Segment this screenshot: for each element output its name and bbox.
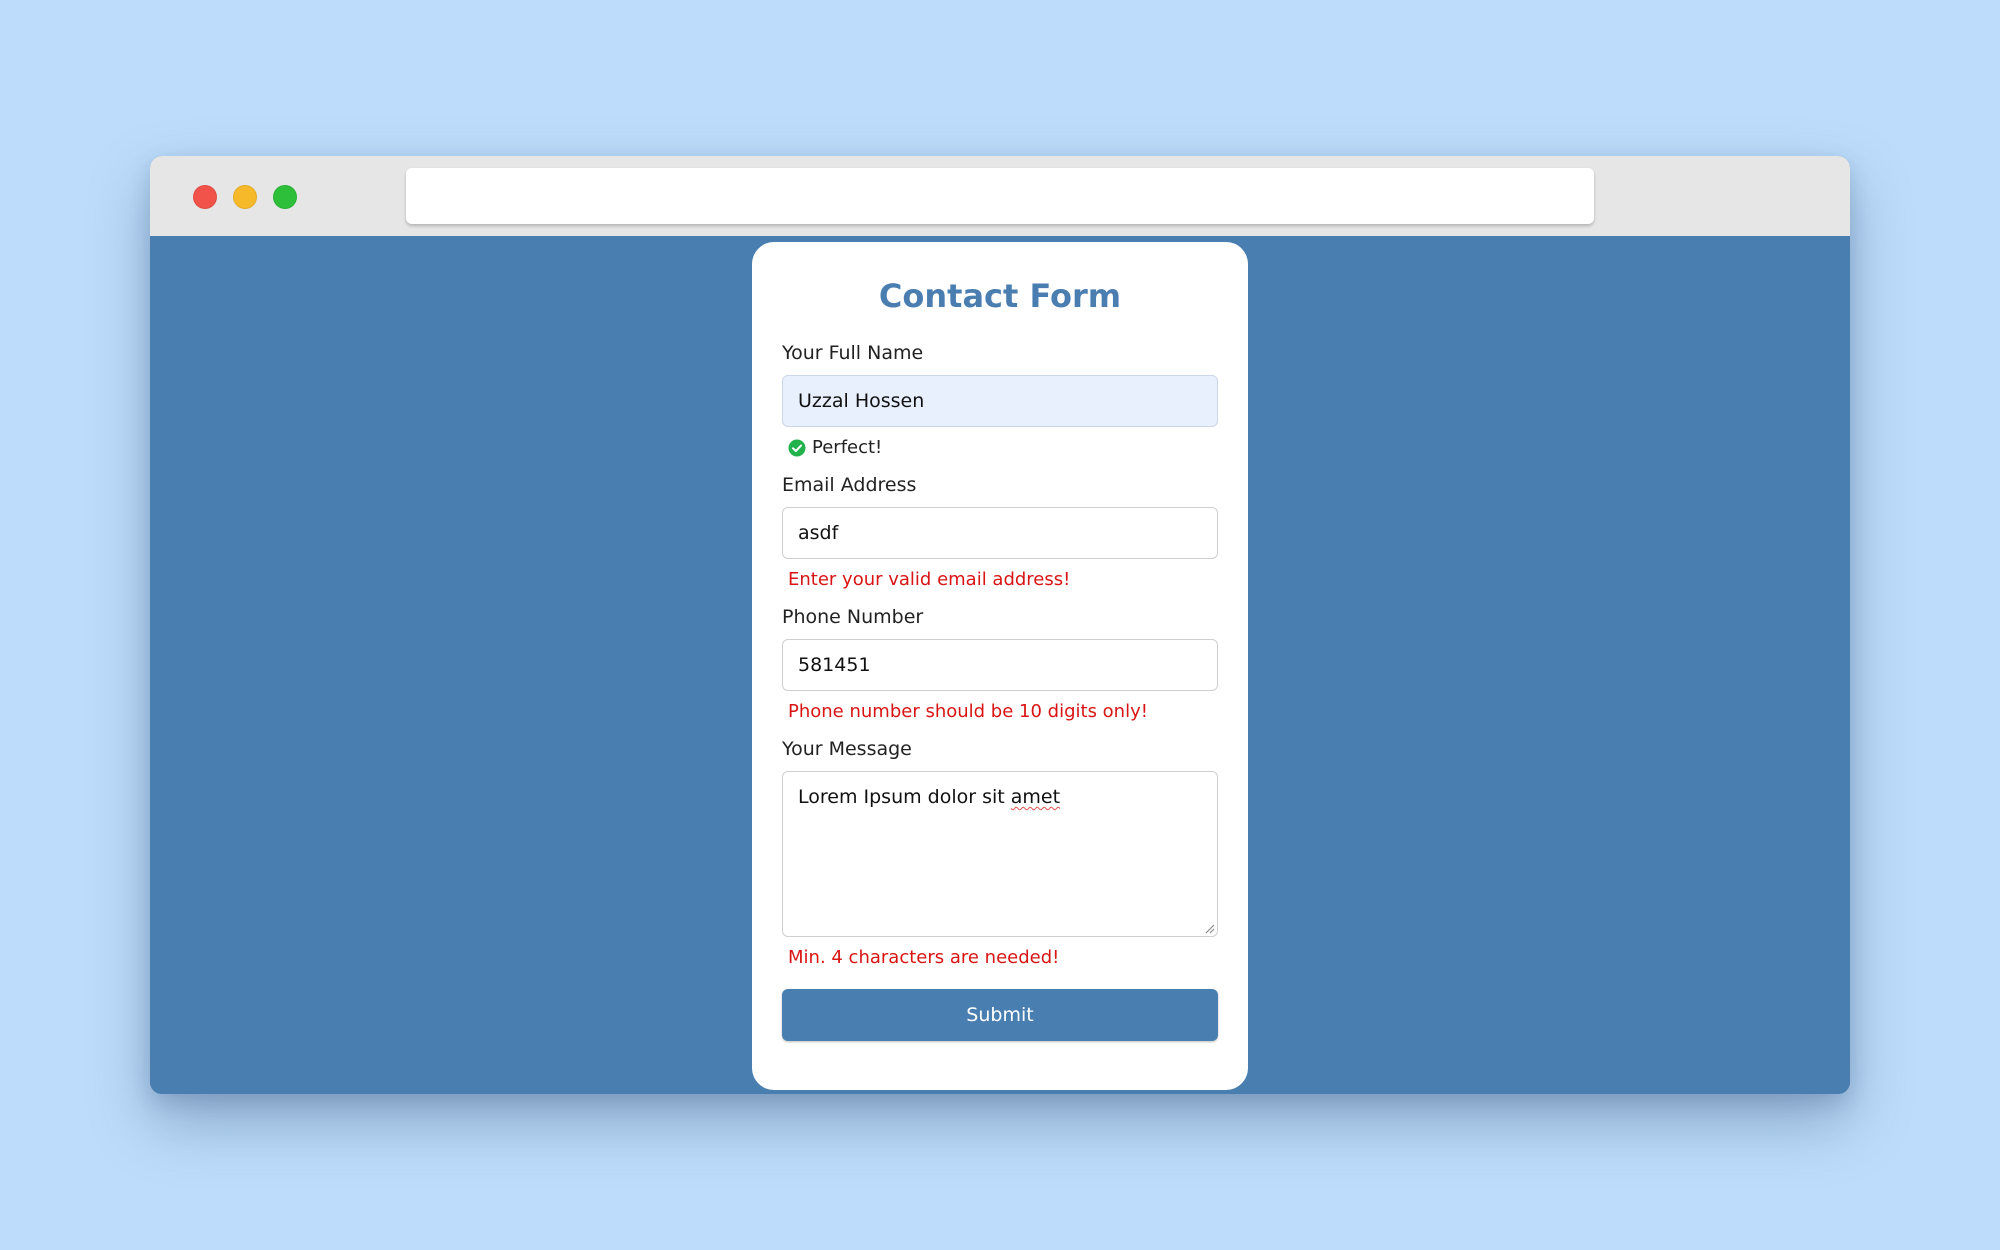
phone-field-group: Phone Number 581451 Phone number should … — [782, 605, 1218, 723]
phone-input[interactable]: 581451 — [782, 639, 1218, 691]
browser-window: Contact Form Your Full Name Uzzal Hossen… — [150, 156, 1850, 1094]
name-label: Your Full Name — [782, 342, 924, 364]
phone-error-message: Phone number should be 10 digits only! — [788, 701, 1148, 722]
submit-button[interactable]: Submit — [782, 989, 1218, 1041]
message-text: Lorem Ipsum dolor sit — [798, 786, 1011, 808]
name-input[interactable]: Uzzal Hossen — [782, 375, 1218, 427]
name-field-group: Your Full Name Uzzal Hossen Perfect! — [782, 341, 1218, 459]
email-label: Email Address — [782, 474, 917, 496]
address-bar[interactable] — [406, 168, 1594, 224]
phone-label: Phone Number — [782, 606, 924, 628]
resize-grip-icon[interactable] — [1203, 922, 1215, 934]
email-error-message: Enter your valid email address! — [788, 569, 1071, 590]
page-content: Contact Form Your Full Name Uzzal Hossen… — [150, 236, 1850, 1094]
window-minimize-button[interactable] — [233, 185, 257, 209]
browser-titlebar — [150, 156, 1850, 236]
message-label: Your Message — [782, 738, 912, 760]
message-textarea[interactable]: Lorem Ipsum dolor sit amet — [782, 771, 1218, 937]
window-zoom-button[interactable] — [273, 185, 297, 209]
name-validation-message: Perfect! — [788, 437, 1218, 459]
email-input[interactable]: asdf — [782, 507, 1218, 559]
message-field-group: Your Message Lorem Ipsum dolor sit amet … — [782, 737, 1218, 969]
window-close-button[interactable] — [193, 185, 217, 209]
message-misspelled-word: amet — [1010, 786, 1061, 808]
form-title: Contact Form — [878, 277, 1122, 315]
name-validation-text: Perfect! — [812, 437, 883, 458]
contact-form-card: Contact Form Your Full Name Uzzal Hossen… — [752, 242, 1248, 1090]
message-error-message: Min. 4 characters are needed! — [788, 947, 1060, 968]
check-circle-icon — [788, 439, 806, 457]
email-field-group: Email Address asdf Enter your valid emai… — [782, 473, 1218, 591]
